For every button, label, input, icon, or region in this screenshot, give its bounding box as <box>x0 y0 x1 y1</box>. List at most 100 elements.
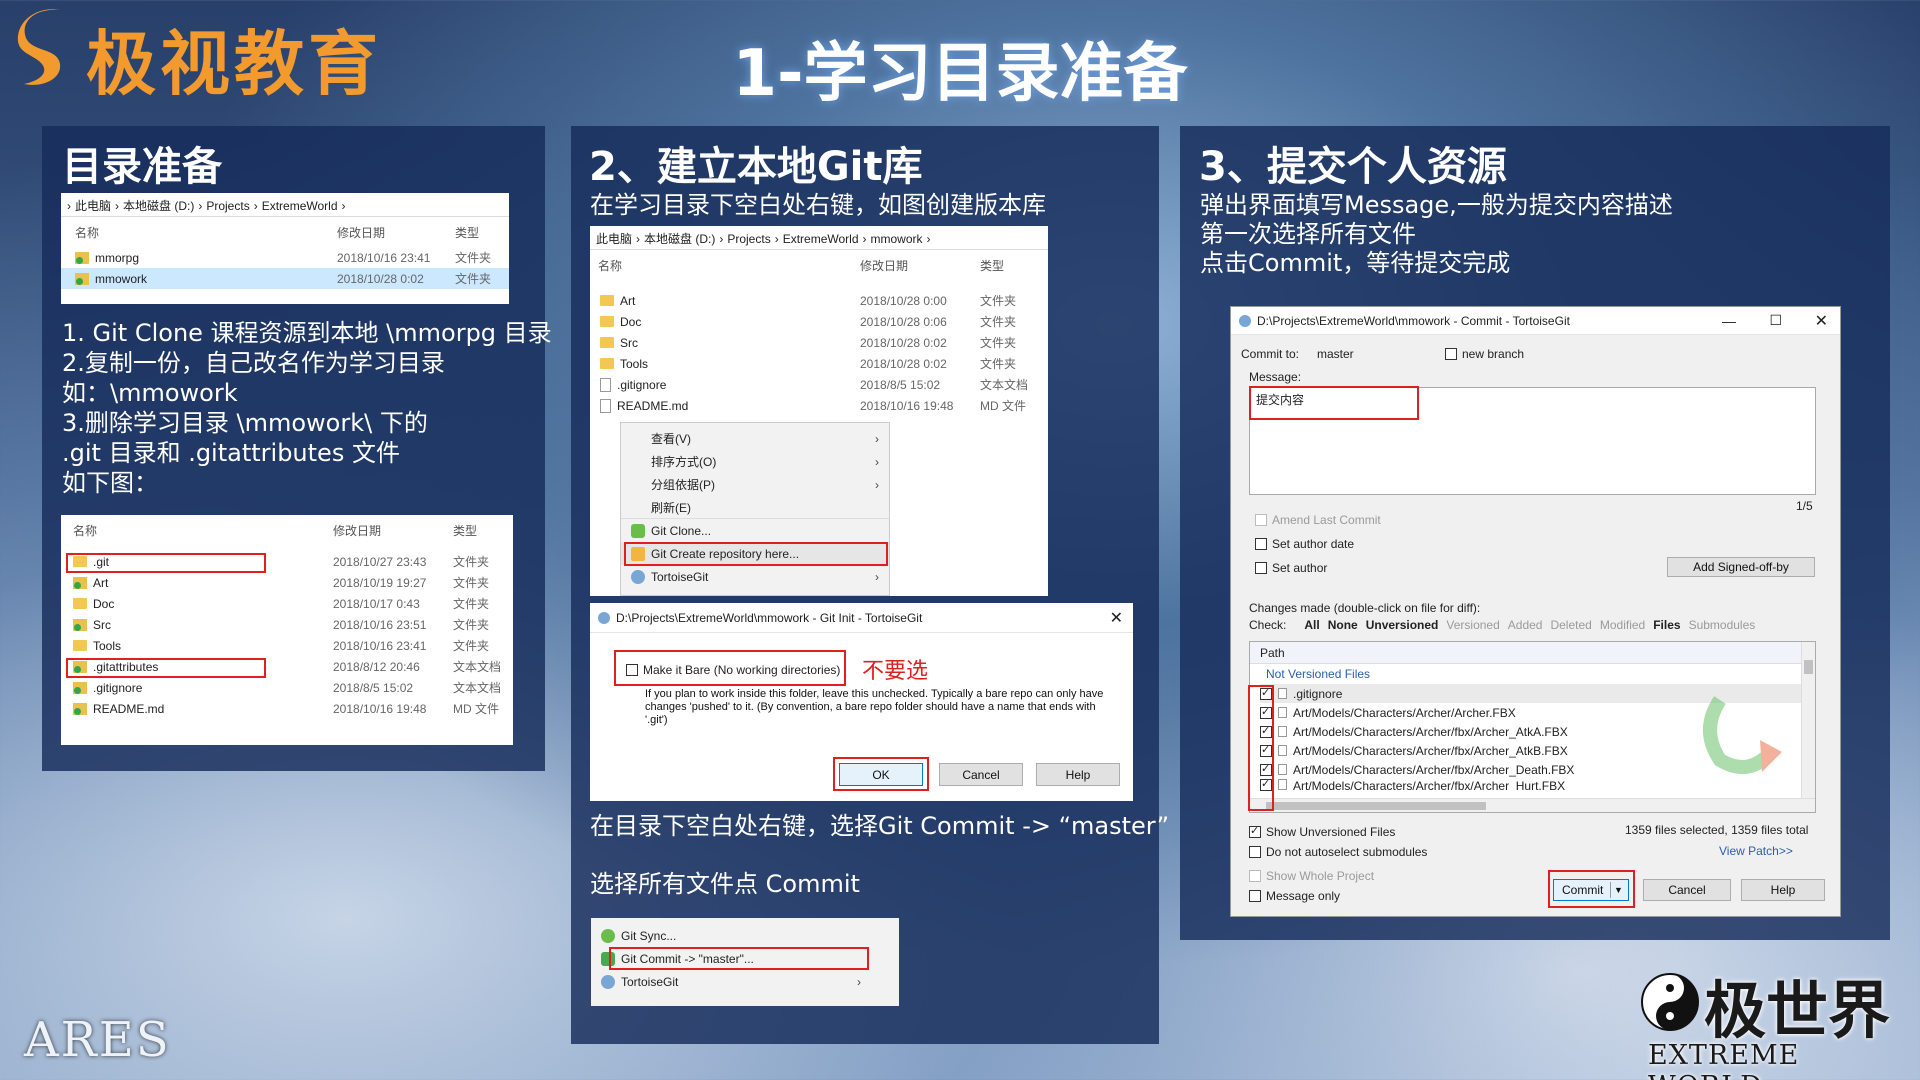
commit-dialog: D:\Projects\ExtremeWorld\mmowork - Commi… <box>1230 306 1841 917</box>
folder-icon <box>600 358 614 369</box>
cancel-button[interactable]: Cancel <box>939 763 1023 786</box>
highlight-git-folder <box>66 553 266 573</box>
help-button[interactable]: Help <box>1036 763 1120 786</box>
menu-item-git-sync[interactable]: Git Sync... <box>591 924 871 947</box>
list-item[interactable]: Art 2018/10/28 0:00 文件夹 <box>590 290 1048 311</box>
git-folder-icon <box>75 251 89 264</box>
commit-to-label: Commit to: <box>1241 347 1300 361</box>
column-header-date[interactable]: 修改日期 <box>337 224 455 241</box>
message-only-checkbox[interactable]: Message only <box>1249 889 1340 903</box>
menu-item-refresh[interactable]: 刷新(E) <box>621 496 889 519</box>
column-header-date[interactable]: 修改日期 <box>333 522 453 539</box>
filter-versioned[interactable]: Versioned <box>1446 618 1499 632</box>
set-author-checkbox[interactable]: Set author <box>1255 561 1327 575</box>
git-init-dialog: D:\Projects\ExtremeWorld\mmowork - Git I… <box>590 603 1133 801</box>
tortoisegit-icon <box>598 611 610 624</box>
path-column-header[interactable]: Path <box>1250 642 1815 664</box>
list-item[interactable]: mmowork 2018/10/28 0:02 文件夹 <box>61 268 509 289</box>
dialog-title-bar: D:\Projects\ExtremeWorld\mmowork - Commi… <box>1231 307 1840 335</box>
menu-item-tortoisegit[interactable]: TortoiseGit › <box>591 970 871 993</box>
section2-subtitle: 在学习目录下空白处右键，如图创建版本库 <box>590 191 1046 219</box>
list-item[interactable]: mmorpg 2018/10/16 23:41 文件夹 <box>61 247 509 268</box>
sync-icon <box>601 928 615 943</box>
filter-submodules[interactable]: Submodules <box>1689 618 1756 632</box>
column-header-name[interactable]: 名称 <box>75 224 337 241</box>
help-button[interactable]: Help <box>1741 879 1825 901</box>
list-item[interactable]: Src 2018/10/28 0:02 文件夹 <box>590 332 1048 353</box>
no-autoselect-checkbox[interactable]: Do not autoselect submodules <box>1249 845 1427 859</box>
filter-unversioned[interactable]: Unversioned <box>1366 618 1439 632</box>
file-list[interactable]: Path Not Versioned Files .gitignore Art/… <box>1249 641 1816 813</box>
file-row[interactable]: Art/Models/Characters/Archer/fbx/Archer_… <box>1260 779 1815 791</box>
folder-icon <box>600 316 614 327</box>
checkbox[interactable] <box>1445 348 1457 360</box>
git-folder-icon <box>75 272 89 285</box>
section2-title: 2、建立本地Git库 <box>589 144 923 190</box>
add-signed-off-button[interactable]: Add Signed-off-by <box>1667 557 1815 577</box>
column-header-type[interactable]: 类型 <box>980 257 1004 274</box>
show-unversioned-checkbox[interactable]: Show Unversioned Files <box>1249 824 1395 839</box>
new-branch-checkbox[interactable]: new branch <box>1445 347 1524 361</box>
list-item[interactable]: Tools 2018/10/16 23:41 文件夹 <box>61 635 513 656</box>
list-item[interactable]: Doc 2018/10/28 0:06 文件夹 <box>590 311 1048 332</box>
column-header-type[interactable]: 类型 <box>453 522 477 539</box>
tortoisegit-icon <box>1239 314 1251 327</box>
section1-title: 目录准备 <box>62 144 222 190</box>
file-icon <box>1278 726 1287 737</box>
minimize-icon[interactable]: — <box>1722 313 1736 329</box>
list-item[interactable]: README.md 2018/10/16 19:48 MD 文件 <box>61 698 513 719</box>
tortoisegit-watermark-icon <box>1703 696 1782 774</box>
close-icon[interactable]: ✕ <box>1110 608 1123 628</box>
folder-icon <box>73 598 87 609</box>
menu-item-tortoisegit[interactable]: TortoiseGit › <box>621 565 889 588</box>
list-item[interactable]: .gitignore 2018/8/5 15:02 文本文档 <box>590 374 1048 395</box>
list-item[interactable]: Doc 2018/10/17 0:43 文件夹 <box>61 593 513 614</box>
list-item[interactable]: Art 2018/10/19 19:27 文件夹 <box>61 572 513 593</box>
list-item[interactable]: .gitignore 2018/8/5 15:02 文本文档 <box>61 677 513 698</box>
vertical-scrollbar[interactable] <box>1801 642 1815 800</box>
file-icon <box>1278 745 1287 756</box>
column-header-name[interactable]: 名称 <box>73 522 333 539</box>
file-icon <box>1278 779 1287 790</box>
cancel-button[interactable]: Cancel <box>1643 879 1731 901</box>
list-item[interactable]: Tools 2018/10/28 0:02 文件夹 <box>590 353 1048 374</box>
extreme-world-logo-cn: 极世界 <box>1704 974 1891 1047</box>
view-patch-link[interactable]: View Patch>> <box>1719 844 1793 858</box>
amend-checkbox[interactable]: Amend Last Commit <box>1255 513 1381 527</box>
show-whole-project-checkbox[interactable]: Show Whole Project <box>1249 869 1374 883</box>
menu-item-sort[interactable]: 排序方式(O) › <box>621 450 889 473</box>
close-icon[interactable]: ✕ <box>1815 311 1828 331</box>
folder-icon <box>600 295 614 306</box>
filter-none[interactable]: None <box>1328 618 1358 632</box>
commit-context-menu: Git Sync... Git Commit -> "master"... To… <box>591 918 899 1006</box>
bare-note: 不要选 <box>862 659 929 684</box>
column-header-type[interactable]: 类型 <box>455 224 479 241</box>
page-title: 1-学习目录准备 <box>732 37 1188 111</box>
highlight-git-commit <box>609 947 869 970</box>
filter-deleted[interactable]: Deleted <box>1550 618 1591 632</box>
git-file-icon <box>73 702 87 715</box>
horizontal-scrollbar[interactable] <box>1250 798 1815 812</box>
filter-added[interactable]: Added <box>1508 618 1543 632</box>
maximize-icon[interactable]: ☐ <box>1769 312 1782 329</box>
menu-item-view[interactable]: 查看(V) › <box>621 427 889 450</box>
column-header-name[interactable]: 名称 <box>598 257 860 274</box>
file-icon <box>1278 764 1287 775</box>
filter-modified[interactable]: Modified <box>1600 618 1645 632</box>
menu-item-group[interactable]: 分组依据(P) › <box>621 473 889 496</box>
list-item[interactable]: README.md 2018/10/16 19:48 MD 文件 <box>590 395 1048 416</box>
highlight-gitattributes <box>66 658 266 678</box>
extreme-world-logo-en: EXTREME WORLD <box>1648 1040 1800 1080</box>
set-author-date-checkbox[interactable]: Set author date <box>1255 537 1354 551</box>
filter-files[interactable]: Files <box>1653 618 1680 632</box>
list-item[interactable]: Src 2018/10/16 23:51 文件夹 <box>61 614 513 635</box>
menu-item-git-clone[interactable]: Git Clone... <box>621 519 889 542</box>
chevron-right-icon: › <box>857 974 861 989</box>
branch-name: master <box>1317 347 1354 361</box>
selected-count: 1359 files selected, 1359 files total <box>1625 823 1809 837</box>
column-header-date[interactable]: 修改日期 <box>860 257 980 274</box>
breadcrumb: › 此电脑 › 本地磁盘 (D:) › Projects › ExtremeWorld › <box>61 193 509 217</box>
filter-all[interactable]: All <box>1304 618 1319 632</box>
folder-icon <box>600 337 614 348</box>
dialog-title-bar: D:\Projects\ExtremeWorld\mmowork - Git I… <box>590 603 1133 633</box>
